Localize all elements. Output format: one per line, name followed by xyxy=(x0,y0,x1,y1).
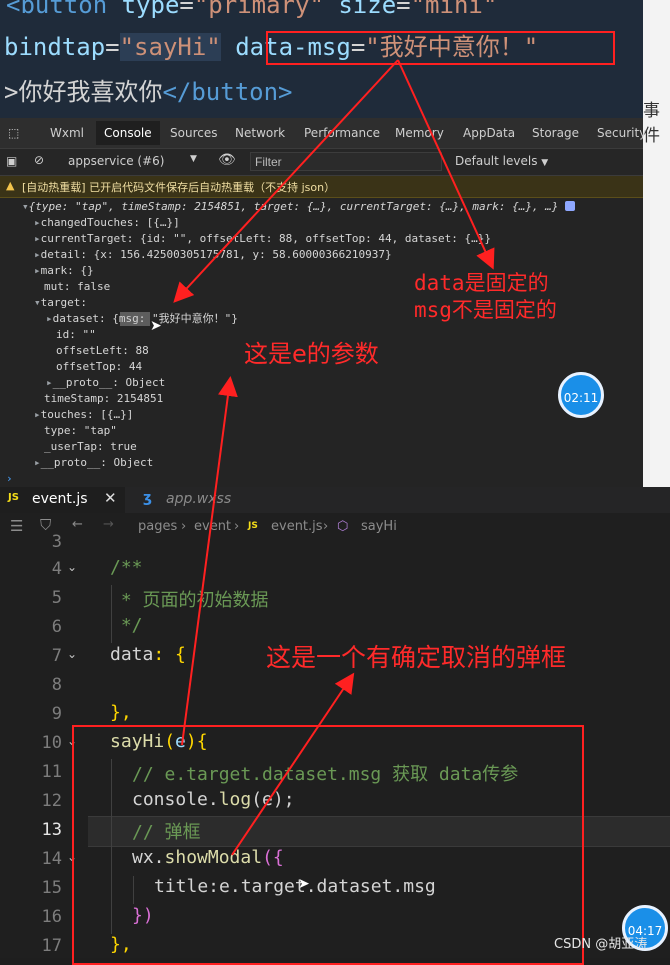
annotation-note: 这是一个有确定取消的弹框 xyxy=(266,643,567,672)
watermark: CSDN @胡亚涛 xyxy=(554,937,648,952)
arrow-to-note xyxy=(397,59,495,270)
timer-badge[interactable]: 02:11 xyxy=(558,372,604,418)
mouse-cursor-icon: ➤ xyxy=(298,876,310,892)
arrow-modal xyxy=(231,672,355,856)
annotation-note: msg不是固定的 xyxy=(414,298,557,322)
annotation-note: data是固定的 xyxy=(414,271,549,295)
arrow-to-dataset xyxy=(173,59,399,303)
annotation-arrows xyxy=(173,59,495,856)
arrow-e-param xyxy=(181,376,238,746)
annotation-note: 这是e的参数 xyxy=(244,340,379,368)
mouse-cursor-icon: ➤ xyxy=(150,318,162,334)
